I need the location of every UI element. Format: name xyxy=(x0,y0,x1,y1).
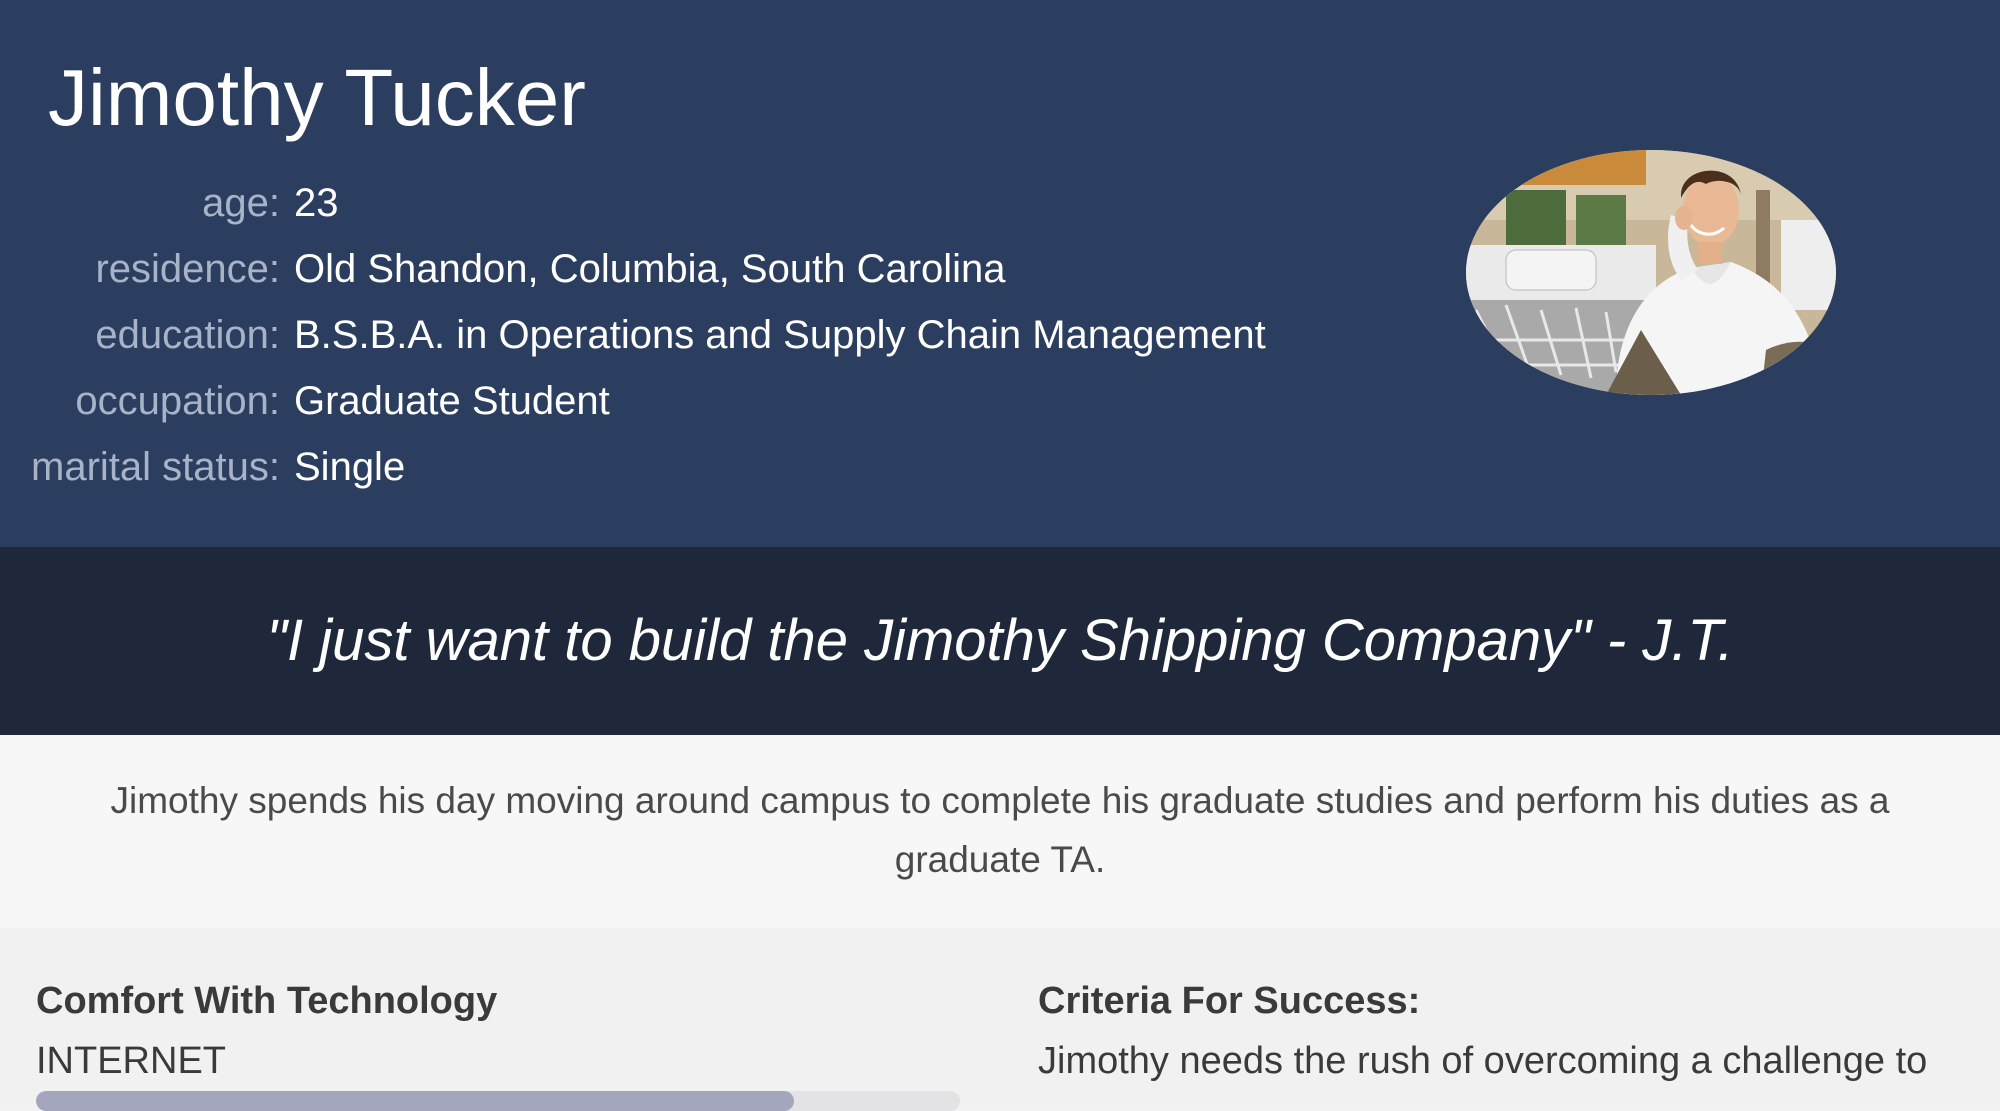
persona-quote: "I just want to build the Jimothy Shippi… xyxy=(266,608,1734,673)
technology-level-bar xyxy=(36,1091,960,1111)
persona-details: age: 23 residence: Old Shandon, Columbia… xyxy=(0,170,1300,500)
detail-label: age: xyxy=(202,181,280,225)
detail-label: residence: xyxy=(95,247,280,291)
persona-header: Jimothy Tucker age: 23 residence: Old Sh… xyxy=(0,0,2000,547)
detail-value: Single xyxy=(294,445,406,489)
detail-row-age: age: 23 xyxy=(0,170,1300,236)
detail-row-residence: residence: Old Shandon, Columbia, South … xyxy=(0,236,1300,302)
technology-level-fill xyxy=(36,1091,794,1111)
persona-summary: Jimothy spends his day moving around cam… xyxy=(110,780,1890,880)
technology-title: Comfort With Technology xyxy=(36,980,498,1022)
persona-name: Jimothy Tucker xyxy=(48,53,586,142)
detail-label: occupation: xyxy=(75,379,280,423)
details-section: Comfort With Technology INTERNET Criteri… xyxy=(0,928,2000,1111)
detail-value: 23 xyxy=(294,181,339,225)
summary-section: Jimothy spends his day moving around cam… xyxy=(0,735,2000,928)
detail-label: education: xyxy=(95,313,280,357)
detail-row-marital-status: marital status: Single xyxy=(0,434,1300,500)
detail-value: Graduate Student xyxy=(294,379,610,423)
persona-photo xyxy=(1466,150,1836,395)
success-title: Criteria For Success: xyxy=(1038,980,1421,1022)
technology-item-label: INTERNET xyxy=(36,1040,226,1082)
detail-value: Old Shandon, Columbia, South Carolina xyxy=(294,247,1006,291)
detail-label: marital status: xyxy=(31,445,280,489)
detail-row-occupation: occupation: Graduate Student xyxy=(0,368,1300,434)
detail-value: B.S.B.A. in Operations and Supply Chain … xyxy=(294,313,1266,357)
detail-row-education: education: B.S.B.A. in Operations and Su… xyxy=(0,302,1300,368)
quote-banner: "I just want to build the Jimothy Shippi… xyxy=(0,547,2000,735)
success-text: Jimothy needs the rush of overcoming a c… xyxy=(1038,1040,1928,1082)
person-photo-icon xyxy=(1466,150,1836,395)
